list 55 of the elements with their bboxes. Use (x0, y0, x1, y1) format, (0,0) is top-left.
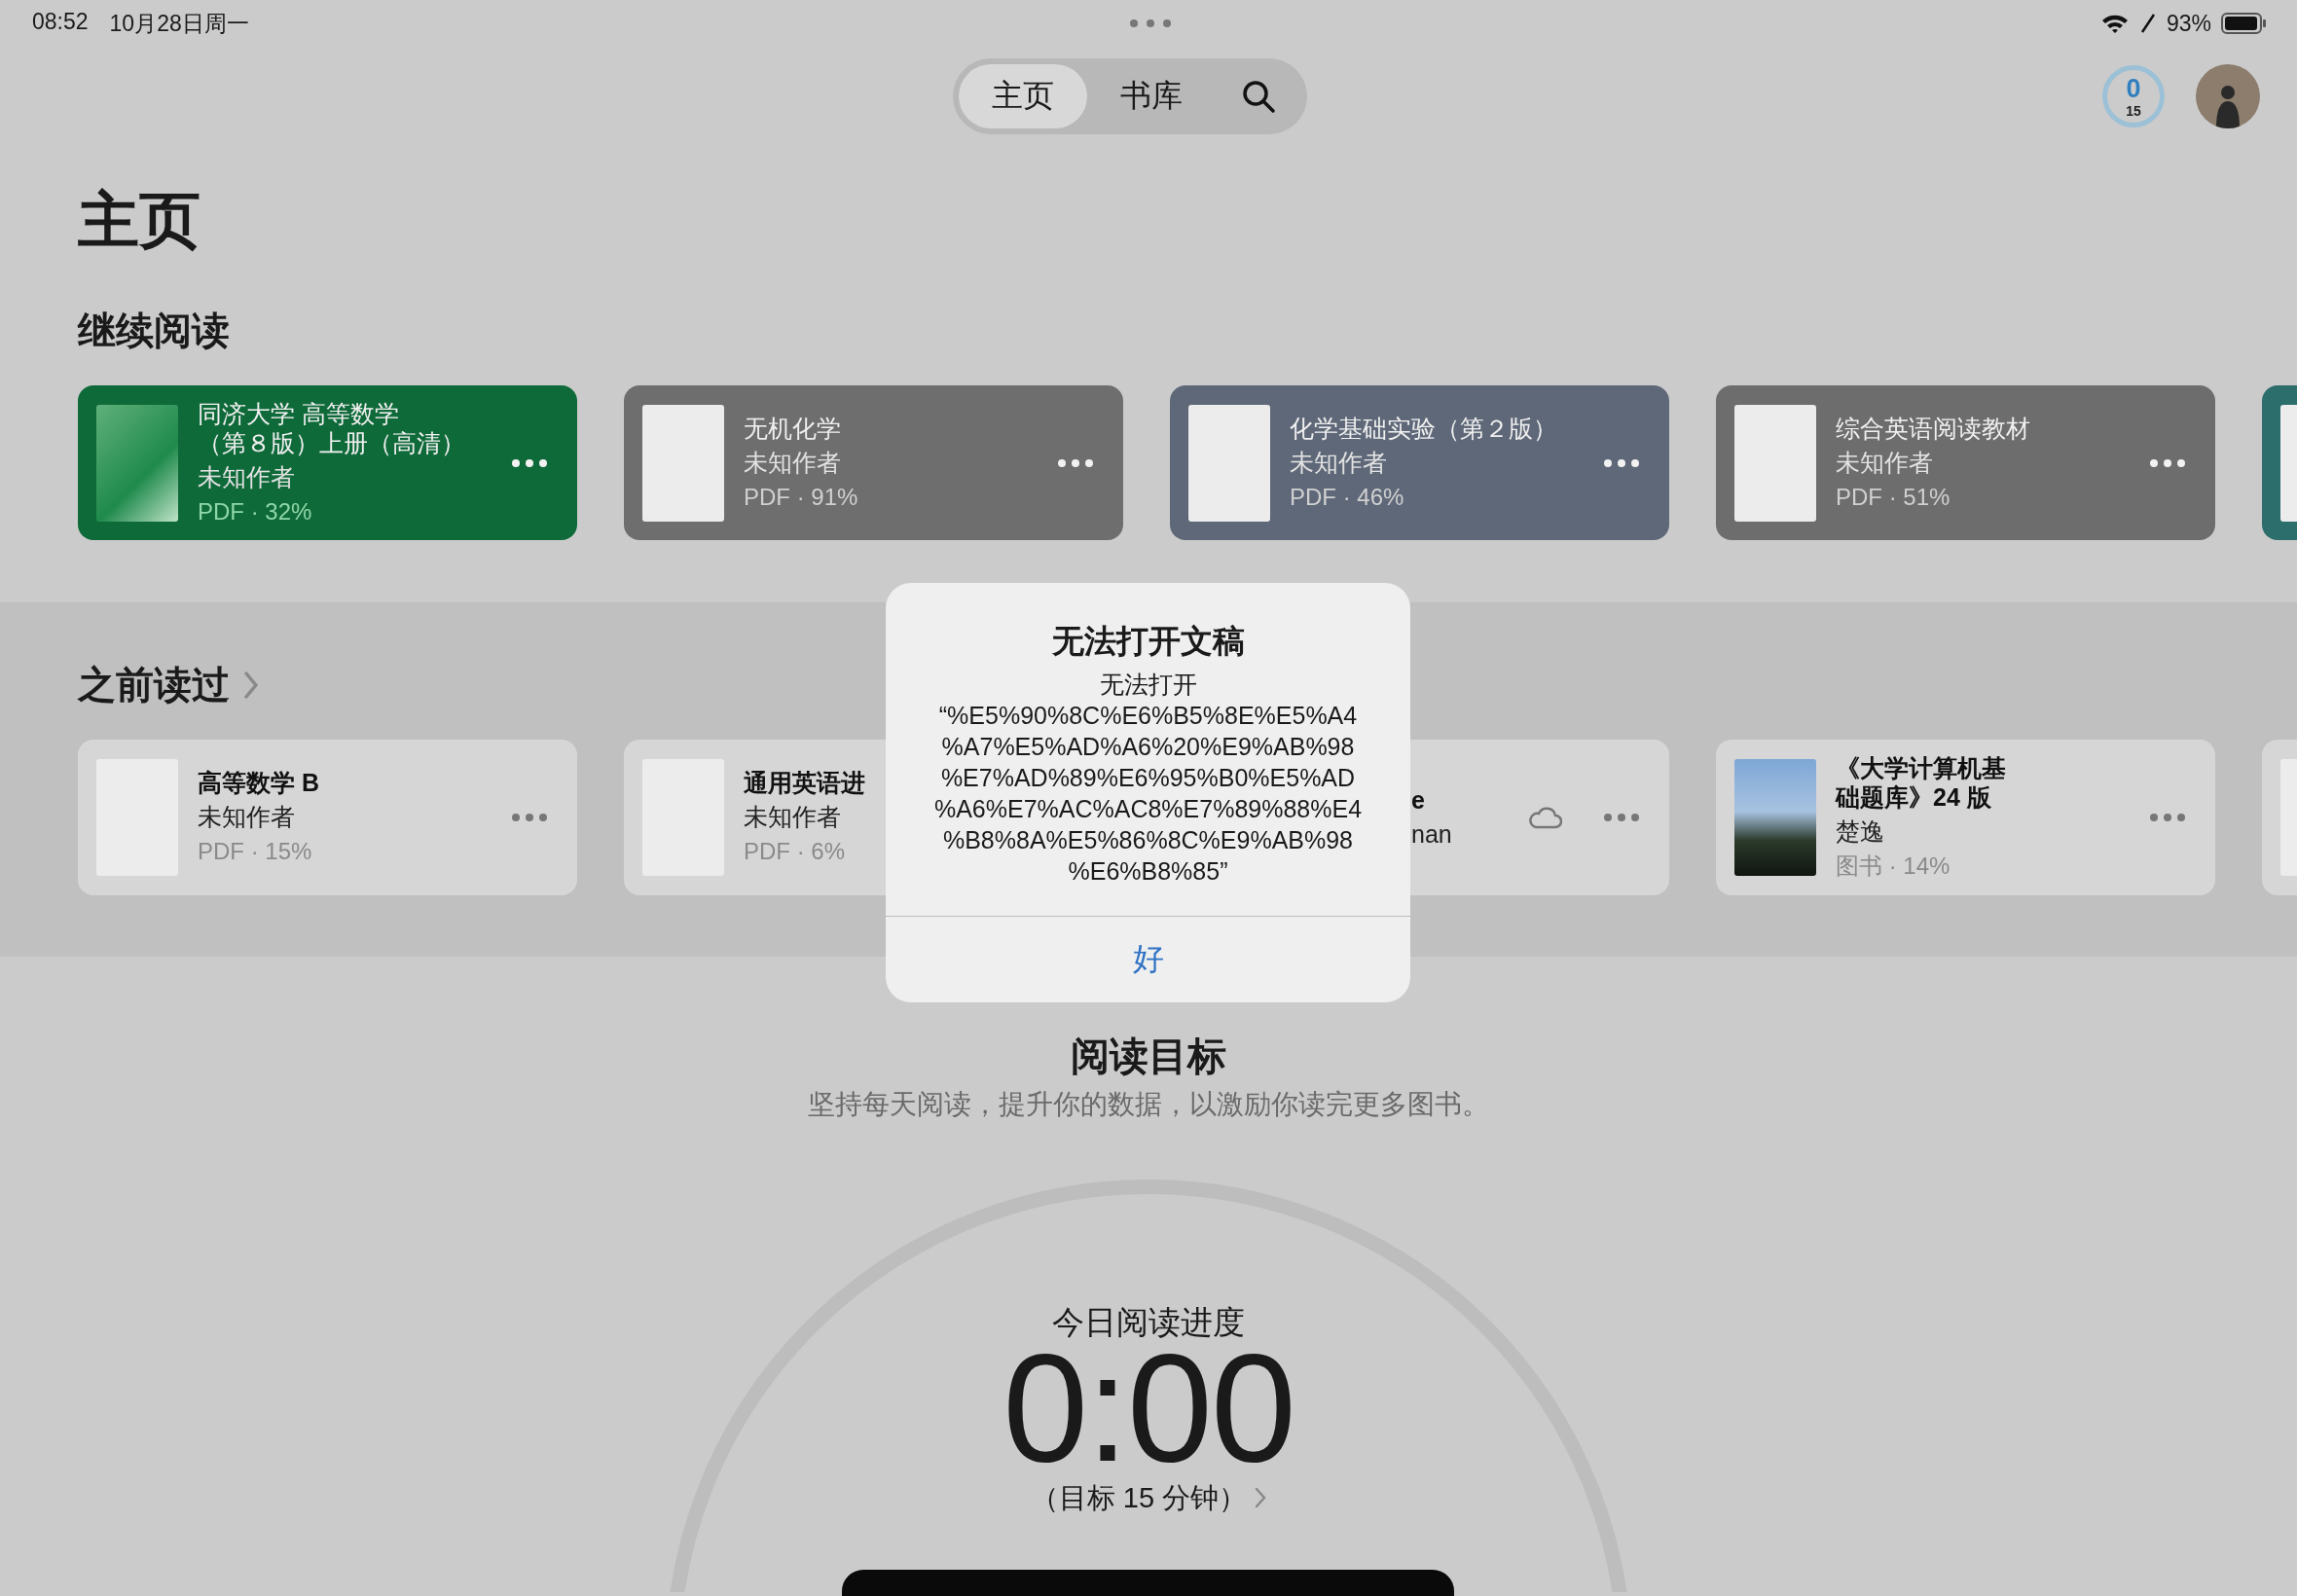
more-icon[interactable] (1603, 457, 1640, 468)
book-card[interactable]: 同济大学 高等数学 （第８版）上册（高清） 未知作者 PDF · 32% (78, 385, 577, 540)
book-card[interactable]: 综合英语阅读教材 未知作者 PDF · 51% (1716, 385, 2215, 540)
three-dots-icon[interactable] (1128, 18, 1172, 28)
reading-time: 0:00 (1003, 1344, 1294, 1470)
book-title: （第８版）上册（高清） (198, 427, 466, 457)
book-author: 楚逸 (1836, 816, 1885, 847)
book-title: 《大学计算机基 (1836, 753, 2007, 782)
ok-button[interactable]: 好 (886, 917, 1410, 1002)
page-title: 主页 (78, 185, 201, 256)
more-icon[interactable] (511, 457, 548, 468)
tab[interactable]: 书库 (1087, 64, 1216, 128)
book-card[interactable]: 无机化学 未知作者 PDF · 91% (624, 385, 1123, 540)
more-icon[interactable] (2149, 457, 2186, 468)
book-progress: PDF · 46% (1290, 482, 1405, 512)
book-card[interactable]: 《大学计算机基 础题库》24 版 楚逸 图书 · 14% (1716, 740, 2215, 895)
alert-title: 无法打开文稿 (1050, 622, 1246, 661)
battery-icon (2221, 12, 2268, 35)
status-time: 08:52 (32, 8, 89, 36)
book-progress: PDF · 51% (1836, 482, 1951, 512)
book-title: 化学基础实验（第２版） (1290, 413, 1558, 443)
book-card[interactable]: 化学基础实验（第２版） 未知作者 PDF · 46% (1170, 385, 1669, 540)
more-icon[interactable] (511, 813, 548, 822)
tab[interactable]: 主页 (959, 64, 1087, 128)
section-heading: 继续阅读 (78, 308, 231, 353)
book-card[interactable]: 高等数学 B 未知作者 PDF · 15% (78, 740, 577, 895)
today-label: 今日阅读进度 (1052, 1303, 1245, 1342)
book-progress: 图书 · 14% (1836, 852, 1951, 881)
more-icon[interactable] (2149, 813, 2186, 822)
book-author: 未知作者 (198, 802, 296, 832)
section-heading[interactable]: 之前读过 (78, 661, 230, 709)
book-title: 同济大学 高等数学 (198, 398, 400, 428)
reading-goal-button[interactable]: 0 15 (2102, 65, 2165, 127)
search-icon[interactable] (1241, 79, 1276, 114)
status-date: 10月28日周一 (109, 9, 249, 38)
book-author: 未知作者 (1836, 447, 1934, 478)
book-title: 无机化学 (744, 413, 842, 443)
goal-target[interactable]: （目标 15 分钟） (1030, 1478, 1248, 1517)
book-author: 未知作者 (1290, 447, 1388, 478)
battery-percentage: 93% (2166, 10, 2211, 37)
more-icon[interactable] (1603, 813, 1640, 822)
book-title: 础题库》24 版 (1836, 782, 1992, 812)
goal-description: 坚持每天阅读，提升你的数据，以激励你读完更多图书。 (808, 1088, 1489, 1121)
goal-heading: 阅读目标 (1071, 1034, 1226, 1079)
book-title: 高等数学 B (198, 768, 320, 797)
book-progress: PDF · 91% (744, 482, 859, 512)
book-author: 未知作者 (198, 461, 296, 492)
book-author: 未知作者 (744, 447, 842, 478)
book-progress: PDF · 32% (198, 496, 313, 526)
book-author: nan (1411, 819, 1453, 850)
slash-icon (2138, 13, 2157, 34)
book-title: e (1411, 785, 1426, 815)
book-progress: PDF · 15% (198, 837, 313, 866)
more-icon[interactable] (1057, 457, 1094, 468)
book-title: 综合英语阅读教材 (1836, 413, 2031, 443)
